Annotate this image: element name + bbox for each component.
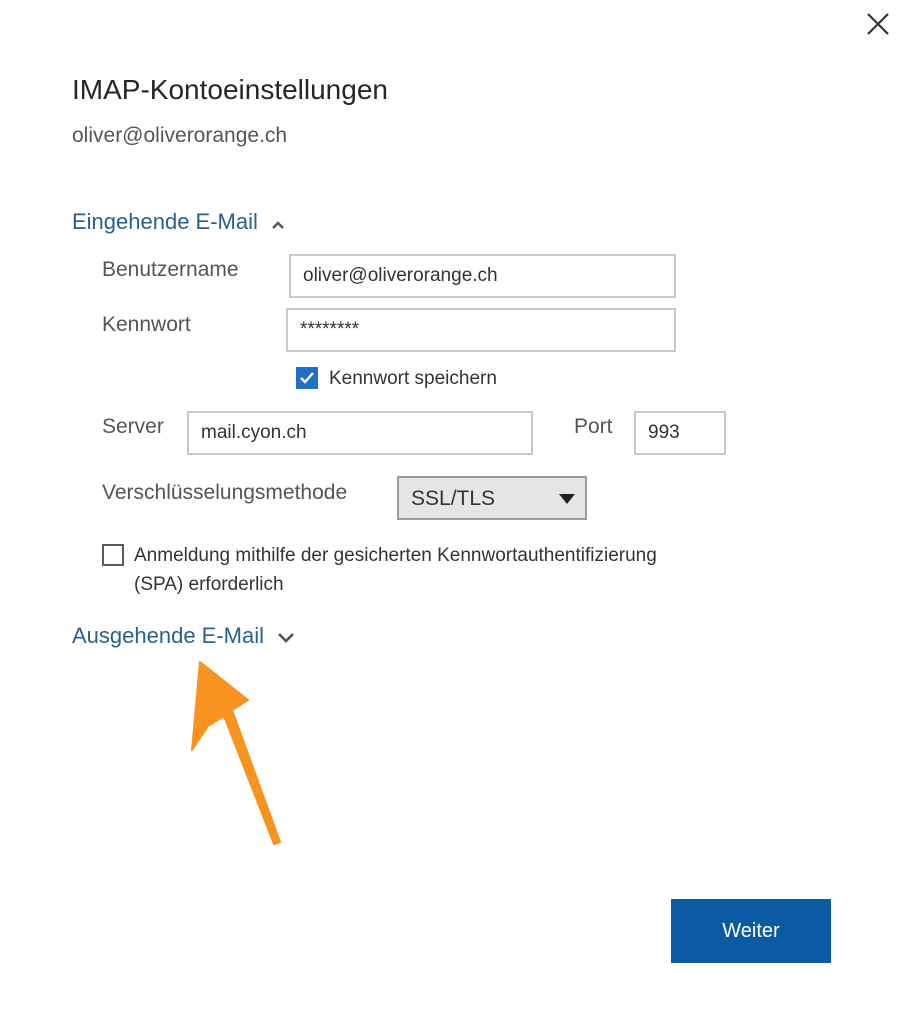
incoming-mail-toggle[interactable]: Eingehende E-Mail [72,209,284,235]
account-email: oliver@oliverorange.ch [72,124,288,147]
password-field[interactable] [286,308,676,352]
spa-label: Anmeldung mithilfe der gesicherten Kennw… [134,541,657,599]
spa-label-line1: Anmeldung mithilfe der gesicherten Kennw… [134,545,657,566]
chevron-up-icon [272,209,284,235]
username-field[interactable] [289,254,676,298]
spa-label-line2: (SPA) erforderlich [134,574,284,595]
dialog-title: IMAP-Kontoeinstellungen [72,74,388,105]
username-label: Benutzername [102,258,239,281]
encryption-label: Verschlüsselungsmethode [102,481,348,504]
password-label: Kennwort [102,313,191,336]
port-field[interactable] [634,411,726,455]
port-label: Port [574,415,613,438]
server-label: Server [102,415,164,438]
incoming-mail-header: Eingehende E-Mail [72,209,258,234]
arrow-up-icon [191,661,281,845]
server-field[interactable] [187,411,533,455]
outgoing-mail-header: Ausgehende E-Mail [72,623,265,648]
remember-password-label: Kennwort speichern [329,368,497,389]
encryption-select[interactable]: SSL/TLS [397,476,587,520]
encryption-value: SSL/TLS [411,487,496,510]
dropdown-arrow-icon [559,494,575,504]
remember-password-checkbox[interactable] [296,367,318,389]
close-icon [867,13,889,35]
spa-checkbox[interactable] [102,544,124,566]
close-button[interactable] [862,8,894,40]
outgoing-mail-toggle[interactable]: Ausgehende E-Mail [72,623,294,649]
chevron-down-icon [278,623,294,649]
checkmark-icon [300,372,314,384]
next-button[interactable]: Weiter [671,899,831,963]
